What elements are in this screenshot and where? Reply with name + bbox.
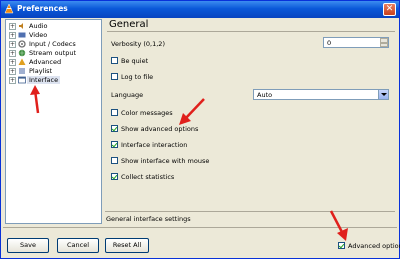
annotation-arrow-icon (179, 98, 205, 125)
spin-down-icon[interactable] (380, 42, 388, 47)
collect-statistics-label: Collect statistics (121, 173, 175, 181)
category-tree: + Audio + Video + Input / Codecs + Strea… (5, 19, 102, 224)
interface-icon (18, 76, 26, 84)
cancel-button[interactable]: Cancel (57, 238, 99, 253)
be-quiet-label: Be quiet (121, 57, 149, 65)
expand-icon[interactable]: + (9, 77, 16, 84)
expand-icon[interactable]: + (9, 41, 16, 48)
expand-icon[interactable]: + (9, 59, 16, 66)
verbosity-value[interactable]: 0 (327, 39, 331, 47)
color-messages-checkbox[interactable] (111, 109, 118, 116)
tree-item-input-codecs[interactable]: + Input / Codecs (6, 40, 101, 49)
close-button[interactable]: ✕ (383, 3, 396, 16)
tree-item-playlist[interactable]: + Playlist (6, 67, 101, 76)
tree-item-label: Interface (27, 76, 61, 84)
verbosity-label: Verbosity (0,1,2) (111, 40, 165, 48)
tree-item-label: Input / Codecs (29, 40, 76, 48)
tree-item-label: Playlist (29, 67, 53, 75)
stream-output-icon (18, 49, 26, 57)
expand-icon[interactable]: + (9, 32, 16, 39)
advanced-options-label: Advanced options (348, 242, 400, 250)
reset-all-button[interactable]: Reset All (105, 238, 149, 253)
language-label: Language (111, 91, 144, 99)
tree-item-label: Advanced (29, 58, 62, 66)
playlist-icon (19, 68, 25, 74)
title-bar: Preferences ✕ (1, 1, 399, 18)
show-interface-with-mouse-label: Show interface with mouse (121, 157, 210, 165)
tree-item-advanced[interactable]: + Advanced (6, 58, 101, 67)
interface-interaction-label: Interface interaction (121, 141, 188, 149)
tree-item-video[interactable]: + Video (6, 31, 101, 40)
divider (107, 31, 395, 32)
tree-item-label: Stream output (29, 49, 77, 57)
expand-icon[interactable]: + (9, 50, 16, 57)
language-value: Auto (257, 91, 273, 99)
preferences-window: Preferences ✕ + Audio + Video + Input / … (0, 0, 400, 259)
color-messages-label: Color messages (121, 109, 173, 117)
advanced-icon (18, 58, 26, 65)
annotation-arrow-icon (30, 85, 40, 114)
language-select[interactable]: Auto (253, 89, 389, 100)
log-to-file-checkbox[interactable] (111, 73, 118, 80)
window-title: Preferences (17, 4, 68, 13)
tree-item-label: Audio (29, 22, 48, 30)
panel-footer-caption: General interface settings (106, 215, 191, 223)
advanced-options-checkbox[interactable] (338, 242, 345, 249)
tree-item-interface[interactable]: + Interface (6, 76, 101, 85)
be-quiet-checkbox[interactable] (111, 57, 118, 64)
expand-icon[interactable]: + (9, 23, 16, 30)
show-advanced-options-checkbox[interactable] (111, 125, 118, 132)
tree-item-audio[interactable]: + Audio (6, 22, 101, 31)
audio-icon (19, 23, 23, 29)
spin-buttons (380, 38, 388, 47)
save-button[interactable]: Save (7, 238, 49, 253)
chevron-down-icon[interactable] (378, 90, 388, 99)
codecs-icon (18, 40, 26, 48)
interface-interaction-checkbox[interactable] (111, 141, 118, 148)
divider (105, 211, 395, 212)
collect-statistics-checkbox[interactable] (111, 173, 118, 180)
tree-item-label: Video (29, 31, 48, 39)
show-interface-with-mouse-checkbox[interactable] (111, 157, 118, 164)
vlc-cone-icon (4, 4, 14, 14)
annotation-arrow-icon (329, 210, 348, 241)
tree-item-stream-output[interactable]: + Stream output (6, 49, 101, 58)
log-to-file-label: Log to file (121, 73, 154, 81)
verbosity-spinbox[interactable]: 0 (323, 37, 389, 48)
expand-icon[interactable]: + (9, 68, 16, 75)
video-icon (18, 32, 26, 38)
